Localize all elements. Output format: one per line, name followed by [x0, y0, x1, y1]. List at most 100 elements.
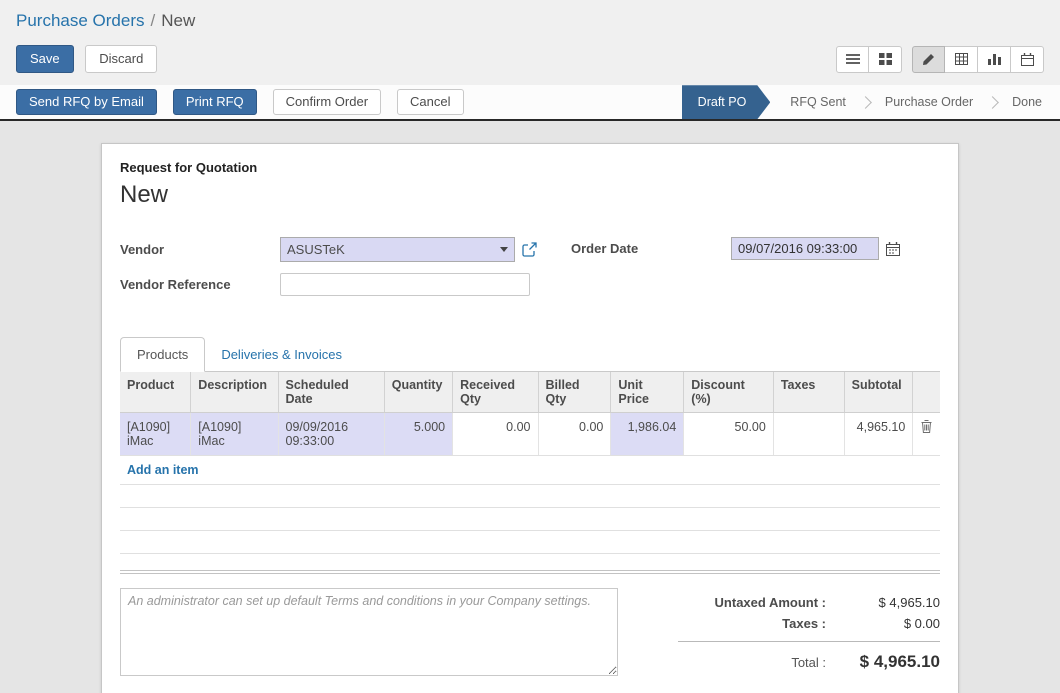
dropdown-caret-icon — [500, 247, 508, 252]
vendor-reference-field-row: Vendor Reference — [120, 273, 571, 296]
untaxed-amount-value: $ 4,965.10 — [840, 595, 940, 610]
col-unit-price: Unit Price — [611, 372, 684, 413]
cell-scheduled-date[interactable]: 09/09/2016 09:33:00 — [278, 413, 384, 456]
send-rfq-by-email-button[interactable]: Send RFQ by Email — [16, 89, 157, 115]
confirm-order-button[interactable]: Confirm Order — [273, 89, 381, 115]
cell-unit-price[interactable]: 1,986.04 — [611, 413, 684, 456]
vendor-reference-input[interactable] — [280, 273, 530, 296]
untaxed-amount-label: Untaxed Amount : — [678, 595, 840, 610]
taxes-value: $ 0.00 — [840, 616, 940, 631]
col-subtotal: Subtotal — [844, 372, 913, 413]
order-date-label: Order Date — [571, 241, 731, 256]
form-edit-icon — [922, 53, 935, 66]
list-view-button[interactable] — [836, 46, 869, 73]
vendor-field-row: Vendor ASUSTeK — [120, 237, 571, 262]
col-product: Product — [120, 372, 191, 413]
notebook-tabs: Products Deliveries & Invoices — [120, 337, 940, 372]
kanban-icon — [879, 53, 892, 65]
list-icon — [846, 53, 860, 65]
form-sheet: Request for Quotation New Vendor ASUSTeK… — [101, 143, 959, 693]
total-label: Total : — [678, 655, 840, 670]
add-item-row: Add an item — [120, 456, 940, 485]
state-rfq-sent[interactable]: RFQ Sent — [772, 85, 864, 119]
cell-subtotal: 4,965.10 — [844, 413, 913, 456]
toolbar: Save Discard — [16, 37, 1044, 85]
taxes-row: Taxes : $ 0.00 — [678, 613, 940, 634]
document-type-label: Request for Quotation — [120, 160, 940, 175]
add-an-item-link[interactable]: Add an item — [127, 463, 199, 477]
vendor-label: Vendor — [120, 242, 280, 257]
section-separator — [120, 570, 940, 574]
statusbar-states: Draft PO RFQ Sent Purchase Order Done — [682, 85, 1060, 119]
calendar-view-button[interactable] — [1011, 46, 1044, 73]
cell-received-qty: 0.00 — [453, 413, 538, 456]
record-title: New — [120, 181, 940, 209]
breadcrumb: Purchase Orders/New — [16, 0, 1044, 37]
cell-product[interactable]: [A1090] iMac — [120, 413, 191, 456]
toolbar-left: Save Discard — [16, 45, 157, 73]
graph-icon — [988, 53, 1001, 65]
sheet-footer: Untaxed Amount : $ 4,965.10 Taxes : $ 0.… — [120, 588, 940, 676]
total-row: Total : $ 4,965.10 — [678, 649, 940, 675]
breadcrumb-separator: / — [151, 11, 156, 30]
total-value: $ 4,965.10 — [840, 652, 940, 672]
order-lines-table: Product Description Scheduled Date Quant… — [120, 372, 940, 554]
vendor-value: ASUSTeK — [287, 242, 345, 257]
col-taxes: Taxes — [773, 372, 844, 413]
order-date-input[interactable] — [731, 237, 879, 260]
print-rfq-button[interactable]: Print RFQ — [173, 89, 257, 115]
cell-discount[interactable]: 50.00 — [684, 413, 774, 456]
trash-icon — [921, 422, 932, 436]
tab-products[interactable]: Products — [120, 337, 205, 372]
col-billed-qty: Billed Qty — [538, 372, 611, 413]
state-purchase-order[interactable]: Purchase Order — [867, 85, 991, 119]
order-date-calendar-button[interactable] — [886, 242, 900, 256]
form-view-button[interactable] — [912, 46, 945, 73]
col-discount: Discount (%) — [684, 372, 774, 413]
table-header-row: Product Description Scheduled Date Quant… — [120, 372, 940, 413]
empty-line-row — [120, 531, 940, 554]
terms-textarea[interactable] — [120, 588, 618, 676]
kanban-view-button[interactable] — [869, 46, 902, 73]
cancel-button[interactable]: Cancel — [397, 89, 463, 115]
tab-deliveries-invoices[interactable]: Deliveries & Invoices — [205, 338, 358, 371]
order-line-row[interactable]: [A1090] iMac [A1090] iMac 09/09/2016 09:… — [120, 413, 940, 456]
col-scheduled-date: Scheduled Date — [278, 372, 384, 413]
graph-view-button[interactable] — [978, 46, 1011, 73]
vendor-external-link-button[interactable] — [522, 242, 537, 257]
view-switcher-group-2 — [912, 46, 1044, 73]
col-received-qty: Received Qty — [453, 372, 538, 413]
calendar-icon — [1021, 53, 1034, 66]
content-area: Request for Quotation New Vendor ASUSTeK… — [0, 121, 1060, 693]
vendor-reference-label: Vendor Reference — [120, 277, 280, 292]
state-draft-po[interactable]: Draft PO — [682, 85, 771, 119]
cell-description[interactable]: [A1090] iMac — [191, 413, 278, 456]
totals-separator — [678, 641, 940, 642]
save-button[interactable]: Save — [16, 45, 74, 73]
statusbar-buttons: Send RFQ by Email Print RFQ Confirm Orde… — [0, 85, 472, 119]
taxes-label: Taxes : — [678, 616, 840, 631]
form-column-left: Vendor ASUSTeK Vendor Reference — [120, 237, 571, 307]
top-header: Purchase Orders/New Save Discard — [0, 0, 1060, 85]
form-fields: Vendor ASUSTeK Vendor Reference Order — [120, 237, 940, 307]
col-description: Description — [191, 372, 278, 413]
view-switcher — [836, 46, 1044, 73]
totals-block: Untaxed Amount : $ 4,965.10 Taxes : $ 0.… — [678, 588, 940, 676]
cell-billed-qty: 0.00 — [538, 413, 611, 456]
col-quantity: Quantity — [384, 372, 452, 413]
breadcrumb-purchase-orders-link[interactable]: Purchase Orders — [16, 11, 145, 30]
delete-line-button[interactable] — [913, 413, 940, 456]
state-done[interactable]: Done — [994, 85, 1060, 119]
discard-button[interactable]: Discard — [85, 45, 157, 73]
empty-line-row — [120, 485, 940, 508]
order-date-field-row: Order Date — [571, 237, 940, 260]
pivot-view-button[interactable] — [945, 46, 978, 73]
vendor-select[interactable]: ASUSTeK — [280, 237, 515, 262]
untaxed-amount-row: Untaxed Amount : $ 4,965.10 — [678, 592, 940, 613]
calendar-icon — [886, 242, 900, 256]
cell-taxes[interactable] — [773, 413, 844, 456]
external-link-icon — [522, 242, 537, 257]
col-delete — [913, 372, 940, 413]
statusbar: Send RFQ by Email Print RFQ Confirm Orde… — [0, 85, 1060, 121]
cell-quantity[interactable]: 5.000 — [384, 413, 452, 456]
